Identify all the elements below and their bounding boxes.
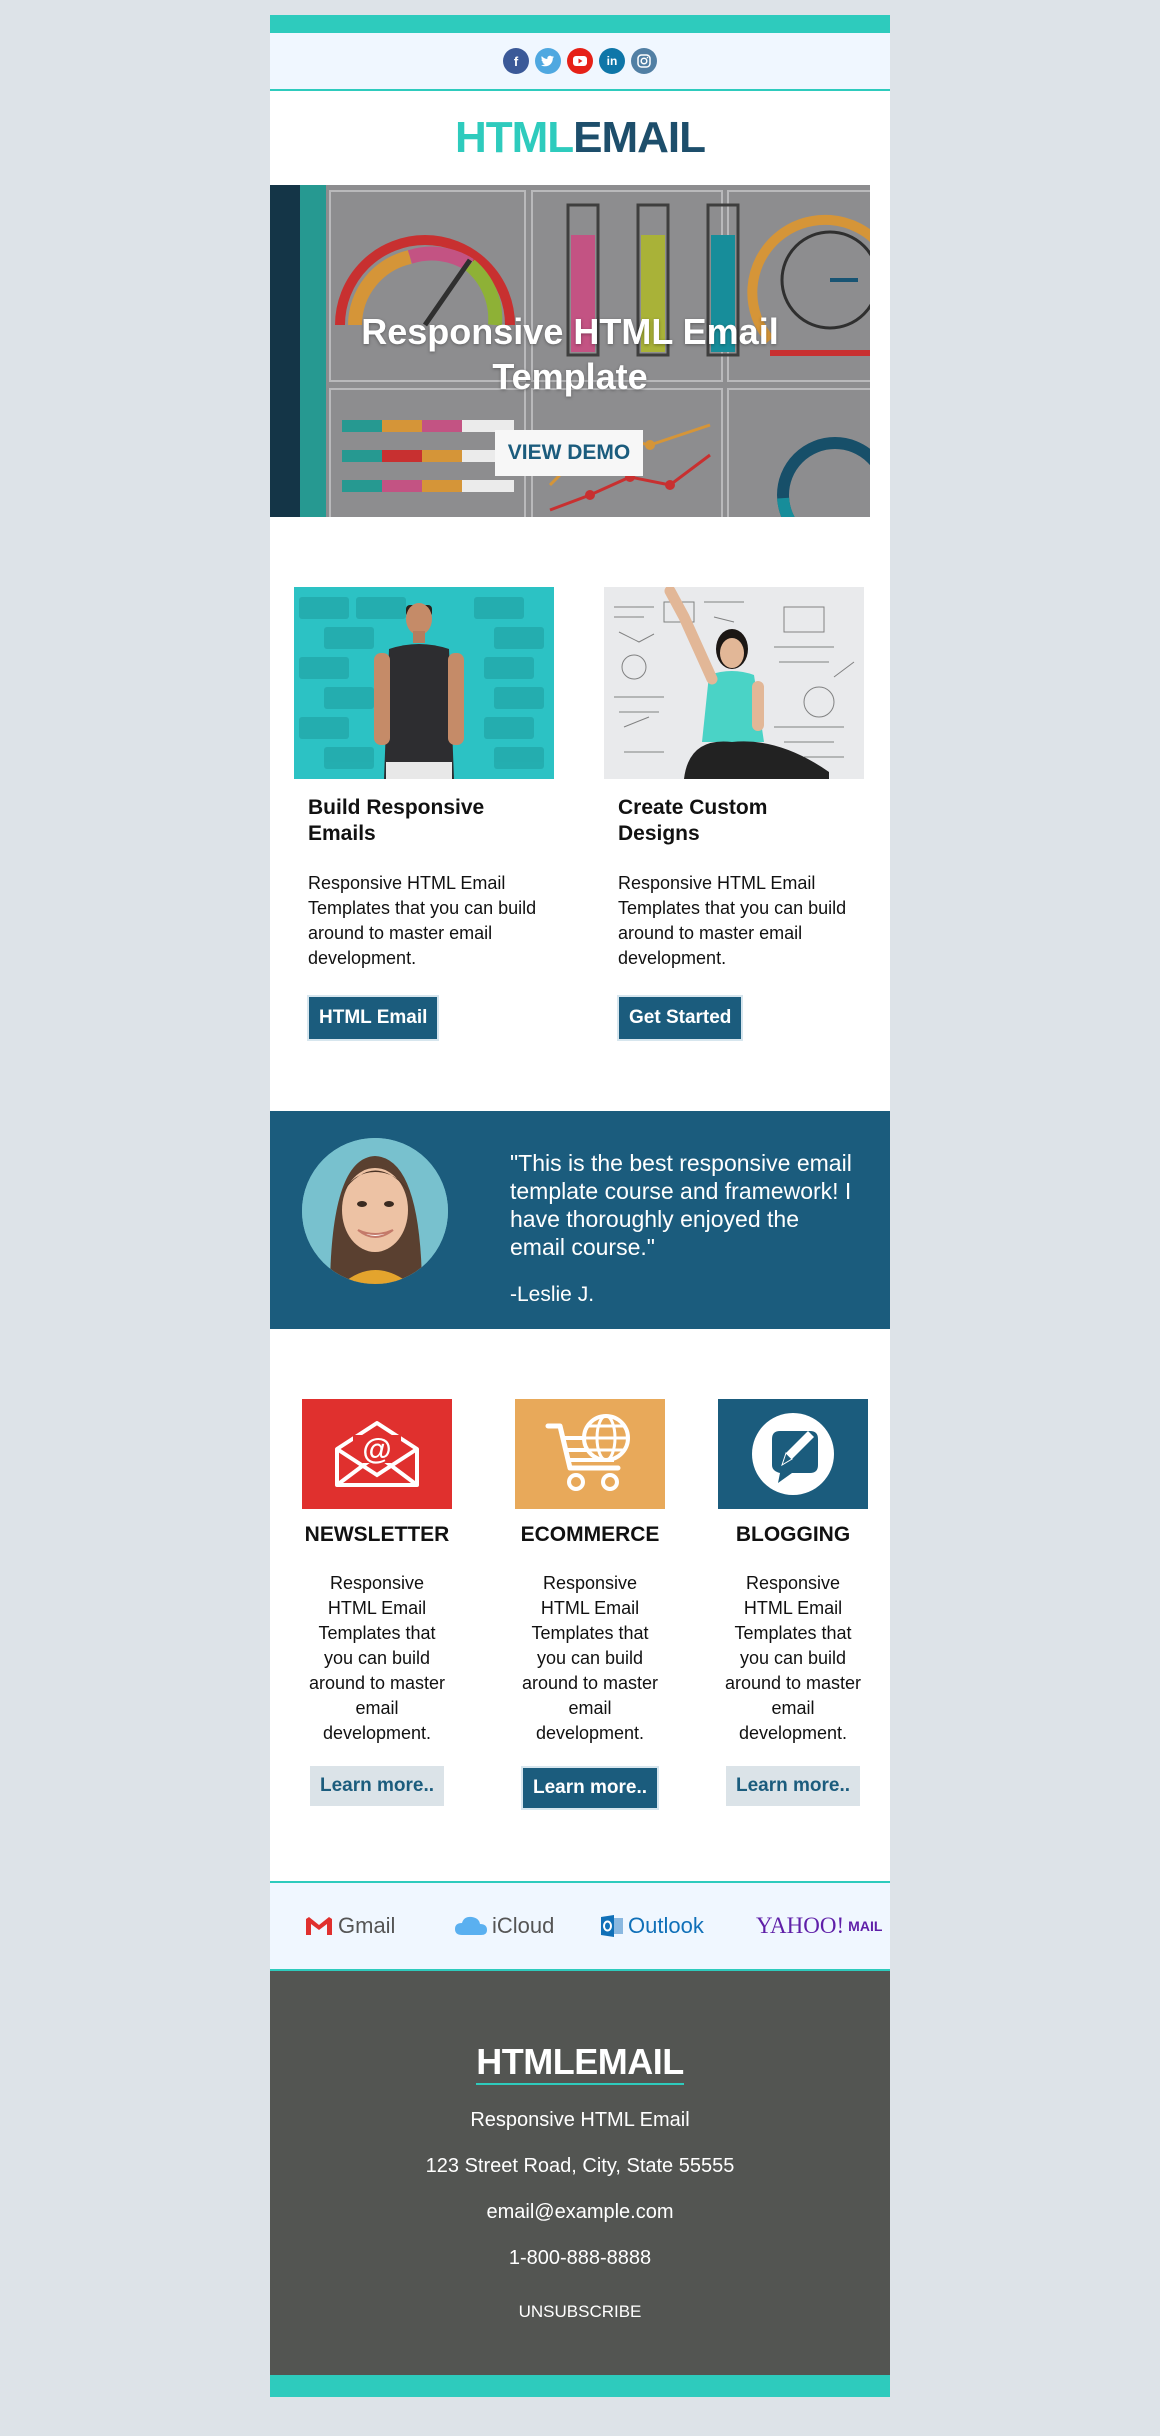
footer-email[interactable]: email@example.com <box>270 2201 890 2224</box>
man-teal-wall-photo <box>294 587 554 779</box>
cloud-icon <box>455 1916 487 1935</box>
instagram-icon[interactable] <box>631 48 657 74</box>
html-email-button[interactable]: HTML Email <box>307 995 440 1041</box>
outlook-label: Outlook <box>628 1913 704 1938</box>
hero-title: Responsive HTML Email Template <box>361 311 779 397</box>
logo-part-html: HTML <box>454 113 574 162</box>
facebook-icon[interactable]: f <box>503 48 529 74</box>
testimonial-quote: "This is the best responsive email templ… <box>510 1150 852 1260</box>
feature-text: Responsive HTML Email Templates that you… <box>724 1573 862 1743</box>
view-demo-button[interactable]: VIEW DEMO <box>495 430 643 476</box>
avatar <box>302 1138 448 1284</box>
feature-blogging: BLOGGING Responsive HTML Email Templates… <box>718 1399 868 1806</box>
three-column-section: @ NEWSLETTER Responsive HTML Email Templ… <box>270 1329 890 1881</box>
gmail-icon <box>306 1917 332 1935</box>
linkedin-icon[interactable]: in <box>599 48 625 74</box>
top-accent-bar <box>270 15 890 33</box>
icloud-logo: iCloud <box>454 1911 554 1941</box>
feature-ecommerce: ECOMMERCE Responsive HTML Email Template… <box>515 1399 665 1810</box>
card-text: Responsive HTML Email Templates that you… <box>618 873 847 968</box>
learn-more-button[interactable]: Learn more.. <box>725 1766 861 1806</box>
feature-newsletter: @ NEWSLETTER Responsive HTML Email Templ… <box>302 1399 452 1806</box>
card-title: Create Custom Designs <box>618 796 768 845</box>
get-started-button[interactable]: Get Started <box>617 995 744 1041</box>
footer-phone[interactable]: 1-800-888-8888 <box>270 2247 890 2270</box>
gmail-label: Gmail <box>338 1913 396 1938</box>
testimonial-section: "This is the best responsive email templ… <box>270 1111 890 1329</box>
footer-address: 123 Street Road, City, State 55555 <box>425 2155 735 2177</box>
header-logo-row: HTMLEMAIL <box>270 91 890 185</box>
outlook-logo: Outlook <box>600 1911 704 1941</box>
card-build-responsive: Build Responsive Emails Responsive HTML … <box>294 587 554 1041</box>
envelope-at-icon: @ <box>302 1399 452 1509</box>
shopping-cart-globe-icon <box>515 1399 665 1509</box>
yahoo-mail-logo: YAHOO! MAIL <box>756 1911 882 1941</box>
svg-text:@: @ <box>362 1433 391 1466</box>
testimonial-author: -Leslie J. <box>510 1283 595 1306</box>
card-text: Responsive HTML Email Templates that you… <box>308 873 537 968</box>
email-clients-bar: Gmail iCloud Outlook YAHOO! MAIL <box>270 1881 890 1971</box>
chat-pencil-icon <box>718 1399 868 1509</box>
email-container: f in HTMLEMAIL Responsive HTML Email Tem… <box>270 15 890 2397</box>
feature-title: BLOGGING <box>735 1523 851 1546</box>
logo-part-email: EMAIL <box>573 113 706 162</box>
youtube-icon[interactable] <box>567 48 593 74</box>
footer: HTMLEMAIL Responsive HTML Email 123 Stre… <box>270 1971 890 2375</box>
feature-text: Responsive HTML Email Templates that you… <box>308 1573 446 1743</box>
gmail-logo: Gmail <box>304 1911 395 1941</box>
icloud-label: iCloud <box>492 1913 555 1938</box>
card-create-custom: Create Custom Designs Responsive HTML Em… <box>604 587 864 1041</box>
yahoo-mail-label: MAIL <box>848 1918 883 1934</box>
unsubscribe-link[interactable]: UNSUBSCRIBE <box>270 2302 890 2322</box>
footer-logo-text: HTMLEMAIL <box>476 2041 684 2085</box>
learn-more-button[interactable]: Learn more.. <box>520 1766 660 1810</box>
hero-banner: Responsive HTML Email Template VIEW DEMO <box>270 185 870 517</box>
feature-text: Responsive HTML Email Templates that you… <box>521 1573 659 1743</box>
yahoo-label: YAHOO! <box>756 1913 845 1938</box>
footer-logo[interactable]: HTMLEMAIL <box>270 2041 890 2085</box>
footer-company: Responsive HTML Email <box>470 2109 690 2131</box>
feature-title: ECOMMERCE <box>520 1523 660 1546</box>
social-links-bar: f in <box>270 33 890 91</box>
outlook-icon <box>601 1915 623 1937</box>
woman-whiteboard-photo <box>604 587 864 779</box>
feature-title: NEWSLETTER <box>304 1523 450 1546</box>
twitter-icon[interactable] <box>535 48 561 74</box>
bottom-accent-bar <box>270 2375 890 2397</box>
card-title: Build Responsive Emails <box>308 796 485 845</box>
learn-more-button[interactable]: Learn more.. <box>309 1766 445 1806</box>
brand-logo[interactable]: HTMLEMAIL <box>454 113 706 163</box>
two-column-section: Build Responsive Emails Responsive HTML … <box>270 517 890 1111</box>
